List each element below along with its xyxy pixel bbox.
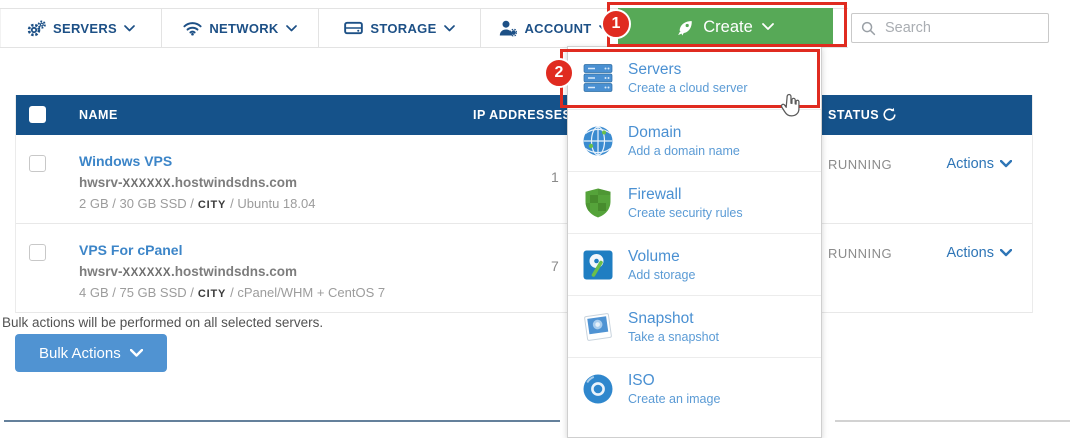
nav-item-network[interactable]: NETWORK — [162, 9, 319, 47]
status-badge: RUNNING — [828, 157, 893, 172]
user-gear-icon — [499, 20, 518, 37]
menu-item-subtitle: Add a domain name — [628, 143, 740, 158]
drive-icon — [344, 20, 364, 36]
shield-icon — [581, 186, 615, 220]
server-specs: 2 GB / 30 GB SSD / CITY / Ubuntu 18.04 — [79, 196, 316, 211]
server-name-link[interactable]: Windows VPS — [79, 153, 172, 169]
row-checkbox[interactable] — [29, 244, 46, 261]
row-checkbox[interactable] — [29, 155, 46, 172]
chevron-down-icon — [1000, 249, 1012, 257]
globe-icon — [581, 124, 615, 158]
actions-dropdown[interactable]: Actions — [946, 245, 1012, 261]
disk-icon — [581, 248, 615, 282]
nav-item-label: ACCOUNT — [524, 20, 592, 36]
search-box — [851, 13, 1049, 43]
nav-item-label: SERVERS — [53, 20, 117, 36]
gears-icon — [27, 20, 46, 37]
column-header-name: NAME — [79, 108, 118, 122]
menu-item-snapshot[interactable]: Snapshot Take a snapshot — [568, 295, 821, 357]
menu-item-title: ISO — [628, 371, 655, 389]
ip-address: 7 — [551, 258, 559, 274]
menu-item-title: Servers — [628, 61, 682, 78]
chevron-down-icon — [124, 24, 135, 32]
nav-item-label: NETWORK — [209, 20, 279, 36]
table-row: VPS For cPanel hwsrv-XXXXXX.hostwindsdns… — [16, 224, 1032, 313]
server-stack-icon — [581, 61, 615, 95]
hand-cursor-icon — [779, 92, 802, 124]
disc-icon — [581, 372, 615, 406]
servers-table: NAME IP ADDRESSES STATUS Windows VPS hws… — [15, 95, 1033, 313]
menu-item-subtitle: Create security rules — [628, 205, 743, 220]
chevron-down-icon — [1000, 160, 1012, 168]
bulk-note: Bulk actions will be performed on all se… — [2, 315, 324, 330]
menu-item-iso[interactable]: ISO Create an image — [568, 357, 821, 419]
menu-item-subtitle: Add storage — [628, 267, 696, 282]
refresh-icon[interactable] — [882, 107, 897, 127]
select-all-checkbox[interactable] — [29, 106, 46, 123]
bulk-actions-label: Bulk Actions — [39, 344, 121, 362]
nav-item-label: STORAGE — [370, 20, 437, 36]
nav-item-servers[interactable]: SERVERS — [0, 9, 162, 47]
annotation-step-2-badge: 2 — [544, 58, 574, 88]
server-specs: 4 GB / 75 GB SSD / CITY / cPanel/WHM + Cen… — [79, 285, 386, 300]
rocket-icon — [677, 19, 694, 36]
wifi-icon — [183, 21, 202, 36]
ip-address: 1 — [551, 169, 559, 185]
chevron-down-icon — [761, 23, 774, 31]
status-badge: RUNNING — [828, 246, 893, 261]
divider — [835, 420, 1070, 422]
menu-item-title: Volume — [628, 247, 680, 265]
column-header-status: STATUS — [828, 108, 880, 122]
menu-item-title: Domain — [628, 123, 682, 141]
menu-item-title: Snapshot — [628, 309, 694, 327]
bulk-actions-button[interactable]: Bulk Actions — [15, 334, 167, 372]
divider — [4, 420, 560, 422]
column-header-ip: IP ADDRESSES — [473, 108, 572, 122]
search-input[interactable] — [883, 19, 1037, 37]
server-name-link[interactable]: VPS For cPanel — [79, 242, 182, 258]
annotation-step-1-badge: 1 — [601, 9, 631, 39]
menu-item-firewall[interactable]: Firewall Create security rules — [568, 171, 821, 233]
nav-item-storage[interactable]: STORAGE — [319, 9, 481, 47]
actions-label: Actions — [946, 245, 994, 261]
table-header: NAME IP ADDRESSES STATUS — [16, 95, 1032, 135]
menu-item-subtitle: Take a snapshot — [628, 329, 720, 344]
chevron-down-icon — [129, 349, 143, 357]
menu-item-subtitle: Create a cloud server — [628, 81, 748, 95]
menu-item-volume[interactable]: Volume Add storage — [568, 233, 821, 295]
search-icon — [861, 21, 876, 36]
server-hostname: hwsrv-XXXXXX.hostwindsdns.com — [79, 263, 297, 279]
chevron-down-icon — [285, 24, 297, 32]
menu-item-subtitle: Create an image — [628, 391, 721, 406]
create-button-label: Create — [703, 17, 753, 36]
actions-label: Actions — [946, 156, 994, 172]
server-hostname: hwsrv-XXXXXX.hostwindsdns.com — [79, 174, 297, 190]
create-button[interactable]: Create — [618, 8, 833, 46]
table-row: Windows VPS hwsrv-XXXXXX.hostwindsdns.co… — [16, 135, 1032, 224]
actions-dropdown[interactable]: Actions — [946, 156, 1012, 172]
photo-icon — [581, 310, 615, 344]
chevron-down-icon — [443, 24, 455, 32]
menu-item-title: Firewall — [628, 185, 682, 203]
